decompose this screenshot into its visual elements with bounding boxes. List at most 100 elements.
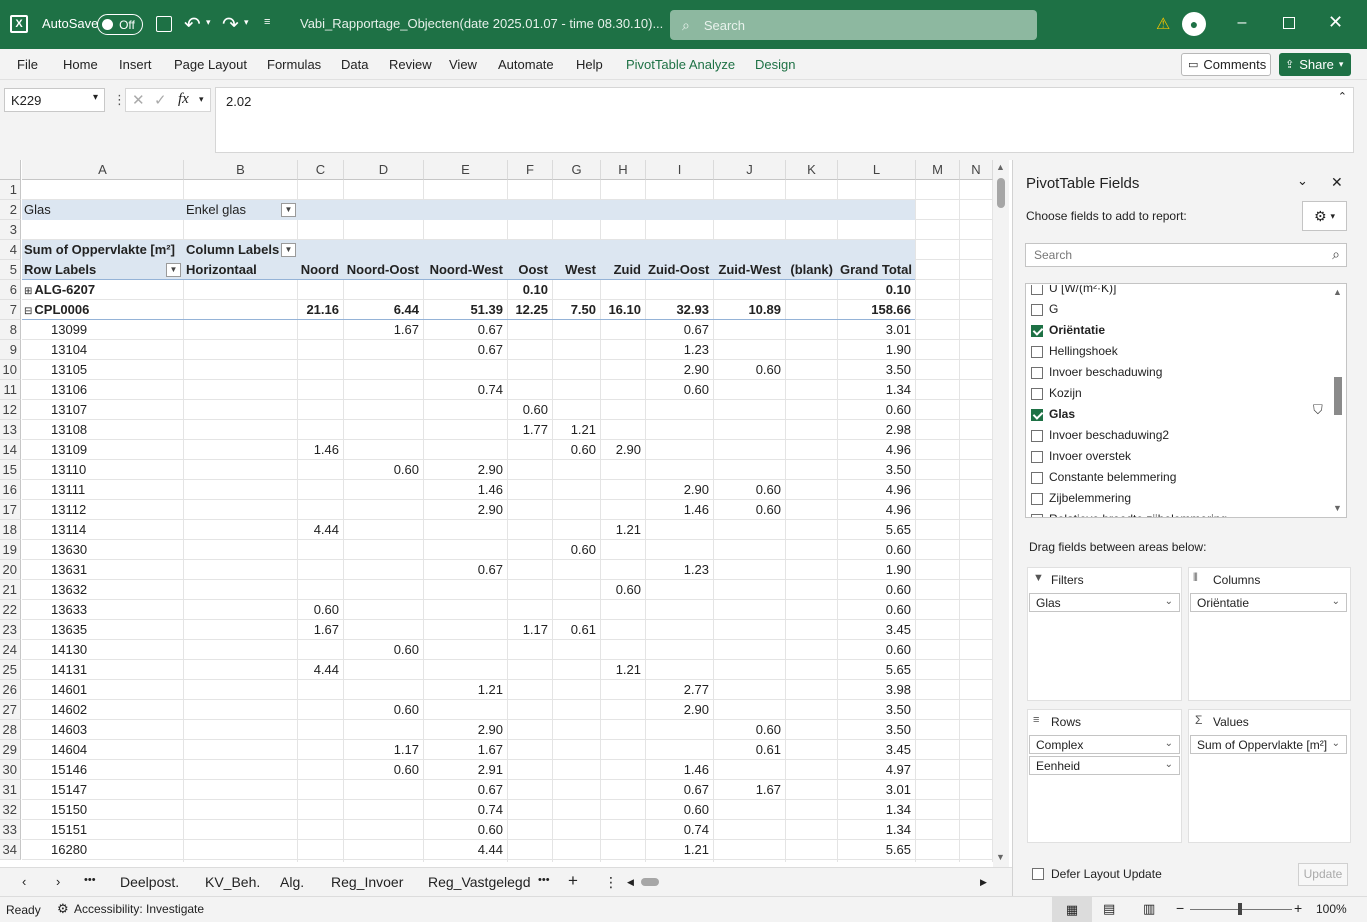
row-header-29[interactable]: 29 <box>0 740 21 760</box>
formula-input[interactable]: 2.02 ⌃ <box>215 87 1354 153</box>
column-header-i[interactable]: I <box>646 160 714 180</box>
zoom-level[interactable]: 100% <box>1316 902 1347 916</box>
zoom-out-icon[interactable]: − <box>1176 900 1184 916</box>
row-header-30[interactable]: 30 <box>0 760 21 780</box>
field-list-scrollbar[interactable]: ▲ ▼ <box>1330 285 1345 516</box>
tab-design[interactable]: Design <box>755 57 795 72</box>
avatar[interactable]: ● <box>1182 12 1206 36</box>
sheet-tab-deelpost[interactable]: Deelpost. <box>120 874 179 890</box>
save-icon[interactable] <box>156 16 172 32</box>
row-header-28[interactable]: 28 <box>0 720 21 740</box>
tab-page-layout[interactable]: Page Layout <box>174 57 247 72</box>
page-break-view-icon[interactable]: ▥ <box>1143 901 1155 917</box>
column-header-j[interactable]: J <box>714 160 786 180</box>
autosave-toggle[interactable]: Off <box>97 14 143 35</box>
tab-automate[interactable]: Automate <box>498 57 554 72</box>
columns-area[interactable] <box>1188 567 1351 701</box>
minimize-icon[interactable]: – <box>1232 14 1252 32</box>
search-box[interactable]: ⌕ Search <box>670 10 1037 40</box>
column-header-g[interactable]: G <box>553 160 601 180</box>
sheet-tab-reg-vastgelegd[interactable]: Reg_Vastgelegd <box>428 874 530 890</box>
scroll-up-icon[interactable]: ▲ <box>996 162 1005 172</box>
column-header-c[interactable]: C <box>298 160 344 180</box>
tab-file[interactable]: File <box>17 57 38 72</box>
row-header-19[interactable]: 19 <box>0 540 21 560</box>
comments-button[interactable]: ▭ Comments <box>1181 53 1271 76</box>
tab-formulas[interactable]: Formulas <box>267 57 321 72</box>
hscroll-left-icon[interactable]: ◀ <box>627 877 634 888</box>
scroll-thumb[interactable] <box>997 178 1005 208</box>
tab-help[interactable]: Help <box>576 57 603 72</box>
scroll-up-icon[interactable]: ▲ <box>1333 287 1342 297</box>
column-header-a[interactable]: A <box>22 160 184 180</box>
row-header-2[interactable]: 2 <box>0 200 21 220</box>
row-header-4[interactable]: 4 <box>0 240 21 260</box>
update-button[interactable]: Update <box>1298 863 1348 886</box>
row-header-1[interactable]: 1 <box>0 180 21 200</box>
tab-review[interactable]: Review <box>389 57 432 72</box>
column-header-m[interactable]: M <box>916 160 960 180</box>
pane-close-icon[interactable]: ✕ <box>1331 174 1343 191</box>
redo-icon[interactable]: ↷ <box>222 12 239 37</box>
row-header-25[interactable]: 25 <box>0 660 21 680</box>
vertical-scrollbar[interactable]: ▲ ▼ <box>993 160 1009 867</box>
tab-pivottable-analyze[interactable]: PivotTable Analyze <box>626 57 735 72</box>
zoom-slider-thumb[interactable] <box>1238 903 1242 915</box>
tab-data[interactable]: Data <box>341 57 368 72</box>
rows-area[interactable] <box>1027 709 1182 843</box>
row-header-12[interactable]: 12 <box>0 400 21 420</box>
normal-view-icon[interactable]: ▦ <box>1052 897 1092 922</box>
row-header-13[interactable]: 13 <box>0 420 21 440</box>
row-header-7[interactable]: 7 <box>0 300 21 320</box>
select-all-corner[interactable] <box>0 160 21 180</box>
columns-item-orientatie[interactable]: Oriëntatie ⌄ <box>1190 593 1347 612</box>
accessibility-icon[interactable]: ⚙ <box>57 901 69 917</box>
redo-dropdown-icon[interactable]: ▾ <box>244 17 249 28</box>
file-name[interactable]: Vabi_Rapportage_Objecten(date 2025.01.07… <box>300 16 663 31</box>
insert-function-icon[interactable]: fx <box>178 91 189 108</box>
row-header-11[interactable]: 11 <box>0 380 21 400</box>
filters-item-glas[interactable]: Glas ⌄ <box>1029 593 1180 612</box>
field-list[interactable] <box>1025 283 1347 518</box>
sheet-tab-alg[interactable]: Alg. <box>280 874 304 890</box>
row-header-5[interactable]: 5 <box>0 260 21 280</box>
column-labels-dropdown-icon[interactable]: ▼ <box>281 243 296 257</box>
worksheet-grid[interactable]: ABCDEFGHIJKLMN 1 2 3 4 5 6 7 8 9 10 11 12 13 14 15 16 17… <box>0 160 993 862</box>
row-header-24[interactable]: 24 <box>0 640 21 660</box>
row-header-34[interactable]: 34 <box>0 840 21 860</box>
row-header-26[interactable]: 26 <box>0 680 21 700</box>
row-header-27[interactable]: 27 <box>0 700 21 720</box>
column-header-f[interactable]: F <box>508 160 553 180</box>
undo-icon[interactable]: ↶ <box>184 12 201 37</box>
customize-toolbar-icon[interactable]: ≡ <box>264 16 270 28</box>
row-header-17[interactable]: 17 <box>0 500 21 520</box>
row-header-23[interactable]: 23 <box>0 620 21 640</box>
row-header-33[interactable]: 33 <box>0 820 21 840</box>
next-sheet-icon[interactable]: › <box>56 874 60 889</box>
pane-settings-button[interactable]: ⚙ ▾ <box>1302 201 1347 231</box>
prev-sheet-icon[interactable]: ‹ <box>22 874 26 889</box>
name-box[interactable]: K229 ▾ <box>4 88 105 112</box>
row-header-22[interactable]: 22 <box>0 600 21 620</box>
close-window-icon[interactable]: ✕ <box>1328 12 1343 33</box>
values-item-sum-oppervlakte[interactable]: Sum of Oppervlakte [m²] ⌄ <box>1190 735 1347 754</box>
column-header-n[interactable]: N <box>960 160 993 180</box>
zoom-in-icon[interactable]: + <box>1294 900 1302 916</box>
enter-icon[interactable]: ✓ <box>154 91 167 109</box>
column-header-h[interactable]: H <box>601 160 646 180</box>
add-sheet-icon[interactable]: + <box>568 871 578 891</box>
column-header-e[interactable]: E <box>424 160 508 180</box>
row-header-14[interactable]: 14 <box>0 440 21 460</box>
horizontal-scroll-thumb[interactable] <box>641 878 659 886</box>
column-header-k[interactable]: K <box>786 160 838 180</box>
tab-insert[interactable]: Insert <box>119 57 152 72</box>
cancel-icon[interactable]: ✕ <box>132 91 145 109</box>
undo-dropdown-icon[interactable]: ▾ <box>206 17 211 28</box>
scroll-down-icon[interactable]: ▼ <box>1333 503 1342 513</box>
maximize-icon[interactable] <box>1283 17 1295 29</box>
accessibility-status[interactable]: Accessibility: Investigate <box>74 902 204 916</box>
row-header-18[interactable]: 18 <box>0 520 21 540</box>
sheet-tab-reg-invoer[interactable]: Reg_Invoer <box>331 874 403 890</box>
tab-home[interactable]: Home <box>63 57 98 72</box>
column-header-l[interactable]: L <box>838 160 916 180</box>
